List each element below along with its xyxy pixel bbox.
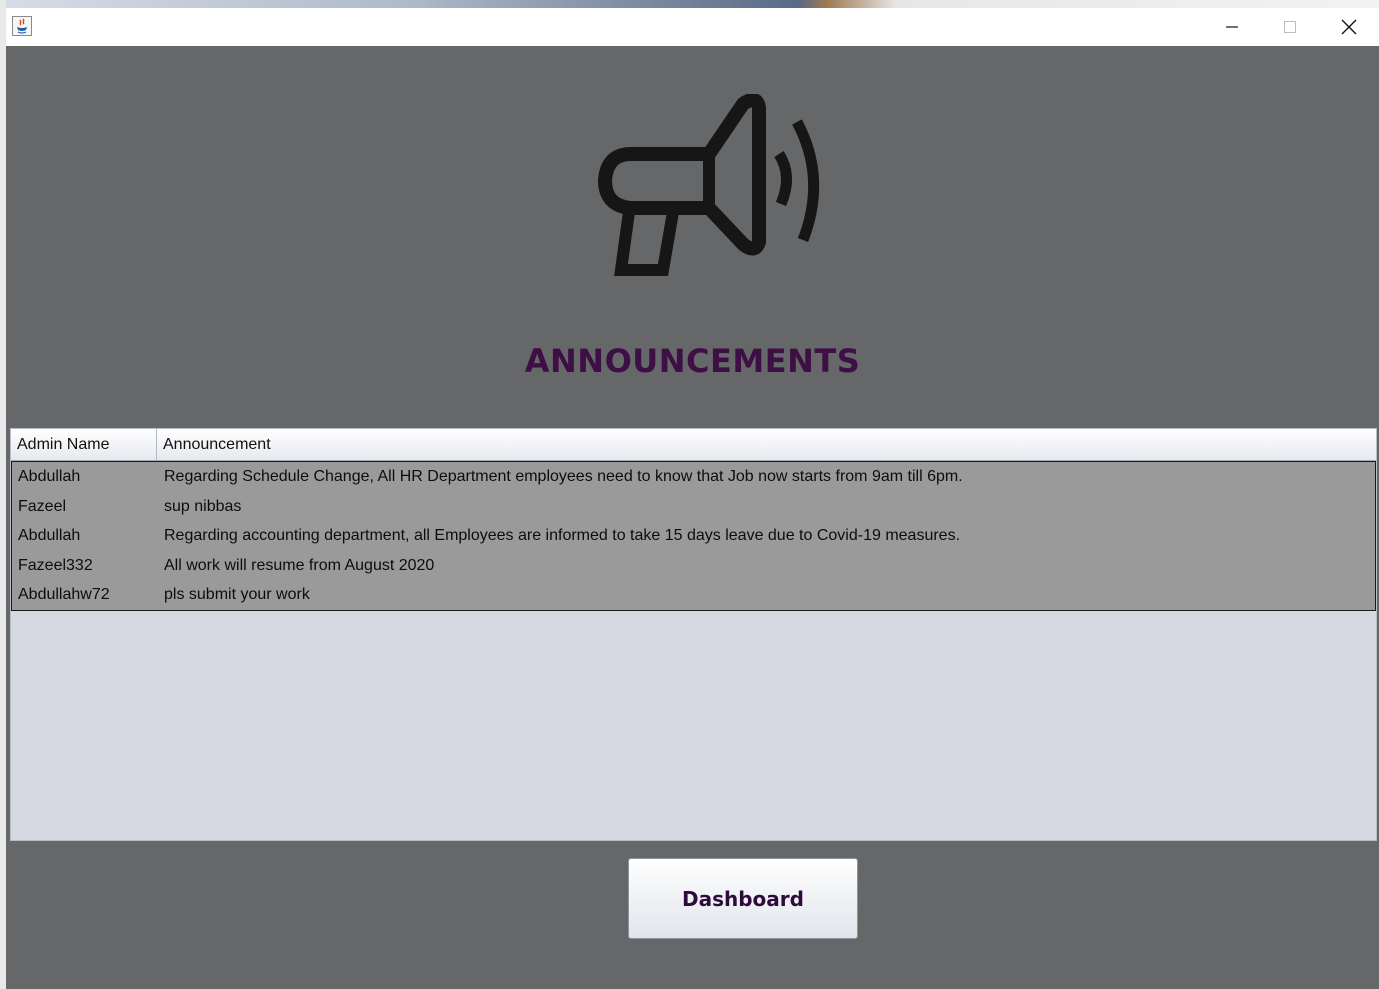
table-row[interactable]: Fazeel332 All work will resume from Augu…: [12, 551, 1375, 581]
dashboard-button[interactable]: Dashboard: [628, 858, 858, 939]
java-icon[interactable]: [12, 16, 32, 36]
column-header-announcement[interactable]: Announcement: [157, 429, 1376, 460]
desktop-background-strip: [0, 0, 1379, 8]
cell-announcement: Regarding Schedule Change, All HR Depart…: [164, 468, 963, 485]
table-body: Abdullah Regarding Schedule Change, All …: [11, 461, 1376, 611]
cell-announcement: pls submit your work: [164, 586, 310, 603]
page-title: ANNOUNCEMENTS: [524, 342, 861, 380]
table-row[interactable]: Fazeel sup nibbas: [12, 492, 1375, 522]
cell-announcement: All work will resume from August 2020: [164, 556, 435, 574]
maximize-button[interactable]: [1261, 8, 1319, 46]
title-bar[interactable]: [6, 8, 1379, 46]
column-header-admin-name[interactable]: Admin Name: [11, 429, 157, 460]
announcements-table[interactable]: Admin Name Announcement Abdullah Regardi…: [10, 428, 1377, 841]
maximize-icon: [1284, 21, 1296, 33]
table-row[interactable]: Abdullahw72 pls submit your work: [12, 580, 1375, 610]
minimize-icon: [1226, 26, 1238, 28]
app-window: ANNOUNCEMENTS Admin Name Announcement Ab…: [0, 0, 1379, 989]
cell-announcement: sup nibbas: [164, 497, 242, 515]
cell-announcement: Regarding accounting department, all Emp…: [164, 527, 961, 544]
cell-admin-name: Abdullah: [18, 468, 81, 485]
table-row[interactable]: Abdullah Regarding accounting department…: [12, 521, 1375, 551]
close-button[interactable]: [1320, 8, 1378, 46]
table-header: Admin Name Announcement: [11, 429, 1376, 461]
cell-admin-name: Fazeel332: [18, 556, 93, 574]
cell-admin-name: Abdullah: [18, 527, 81, 544]
megaphone-icon: [598, 94, 820, 276]
table-row[interactable]: Abdullah Regarding Schedule Change, All …: [12, 462, 1375, 492]
announcements-panel: ANNOUNCEMENTS Admin Name Announcement Ab…: [6, 46, 1379, 989]
minimize-button[interactable]: [1203, 8, 1261, 46]
cell-admin-name: Fazeel: [18, 497, 67, 515]
cell-admin-name: Abdullahw72: [18, 586, 110, 603]
close-icon: [1341, 19, 1357, 35]
